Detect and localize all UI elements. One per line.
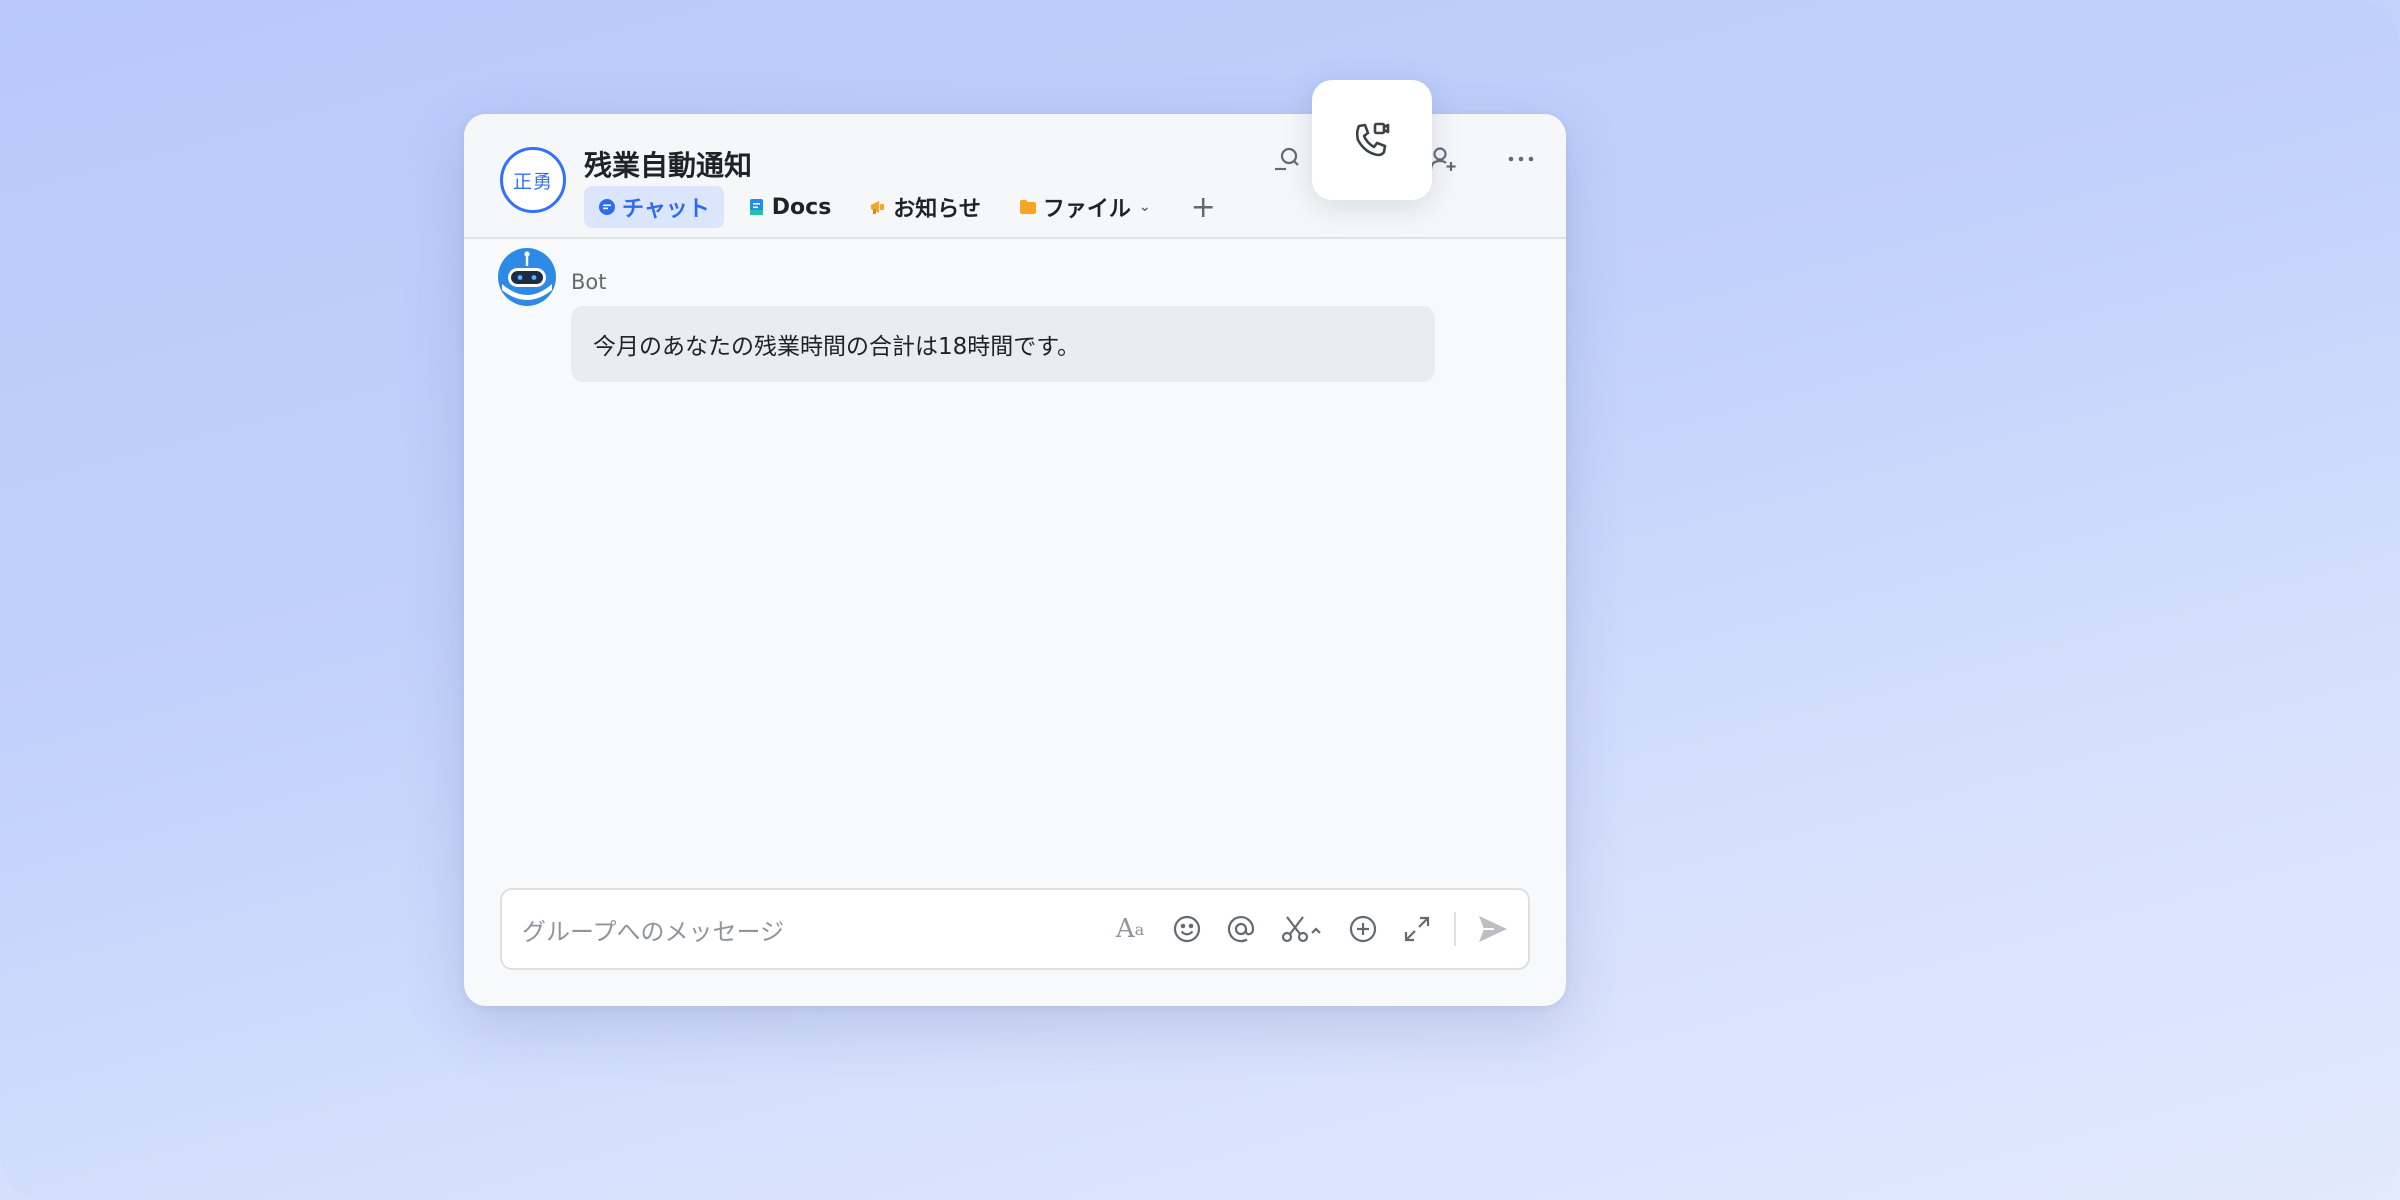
text-format-icon[interactable]: Aa — [1110, 912, 1150, 946]
message-composer[interactable]: グループへのメッセージ Aa — [500, 888, 1530, 970]
composer-toolbar: Aa — [1110, 890, 1510, 968]
chat-window: 正勇 残業自動通知 チャット Docs お知らせ ファイル ⌄ + Bot 今月… — [464, 114, 1566, 1006]
tab-label: お知らせ — [893, 197, 981, 222]
search-member-icon[interactable] — [1270, 142, 1304, 176]
add-tab-button[interactable]: + — [1175, 186, 1232, 228]
tab-bar: チャット Docs お知らせ ファイル ⌄ + — [584, 186, 1232, 228]
add-attachment-icon[interactable] — [1346, 912, 1380, 946]
chat-bubble-icon — [599, 199, 615, 215]
toolbar-divider — [1454, 912, 1456, 946]
doc-icon — [749, 199, 763, 215]
folder-icon — [1019, 200, 1036, 214]
tab-chat[interactable]: チャット — [584, 186, 724, 228]
desktop-background: 正勇 残業自動通知 チャット Docs お知らせ ファイル ⌄ + Bot 今月… — [0, 0, 2400, 1200]
message-input[interactable]: グループへのメッセージ — [522, 890, 784, 968]
emoji-icon[interactable] — [1170, 912, 1204, 946]
message-bubble[interactable]: 今月のあなたの残業時間の合計は18時間です。 — [571, 306, 1435, 382]
tab-label: ファイル — [1042, 197, 1131, 222]
mention-icon[interactable] — [1224, 912, 1258, 946]
tab-announcements[interactable]: お知らせ — [855, 186, 995, 228]
more-icon[interactable] — [1504, 142, 1538, 176]
chat-title: 残業自動通知 — [584, 149, 753, 182]
screenshot-icon[interactable] — [1278, 912, 1326, 946]
bot-avatar — [498, 248, 556, 306]
group-avatar[interactable]: 正勇 — [500, 147, 566, 213]
tab-label: チャット — [622, 197, 710, 222]
tab-docs[interactable]: Docs — [734, 186, 846, 228]
send-icon[interactable] — [1476, 912, 1510, 946]
video-call-button[interactable] — [1312, 80, 1432, 200]
tab-files[interactable]: ファイル ⌄ — [1005, 186, 1165, 228]
chevron-down-icon: ⌄ — [1138, 199, 1151, 215]
tab-label: Docs — [771, 194, 832, 220]
video-call-icon — [1355, 122, 1390, 157]
megaphone-icon — [871, 201, 885, 214]
sender-name: Bot — [571, 270, 607, 294]
expand-icon[interactable] — [1400, 912, 1434, 946]
